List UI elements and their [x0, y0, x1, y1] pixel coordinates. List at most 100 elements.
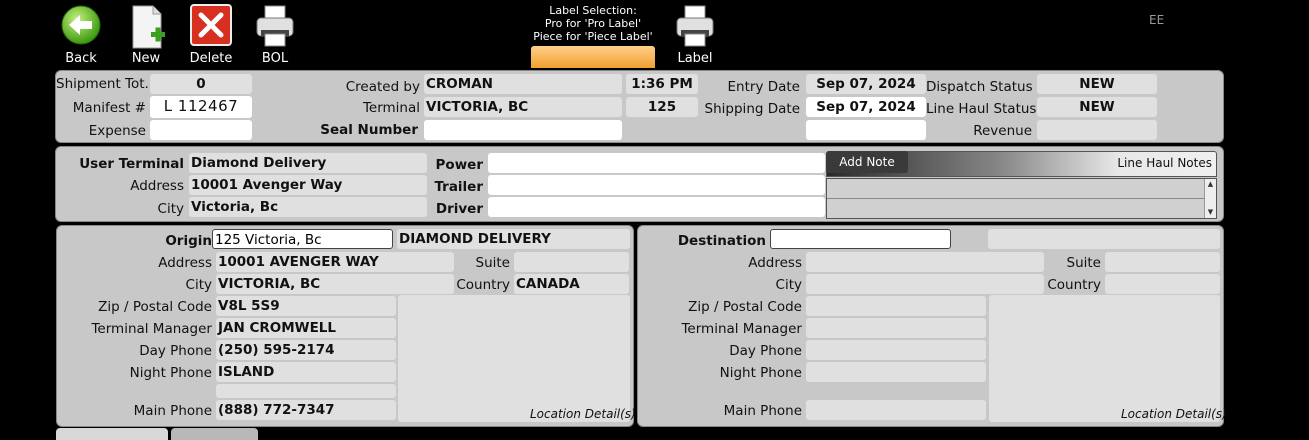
- origin-main-phone-label: Main Phone: [133, 403, 212, 419]
- destination-label: Destination: [677, 233, 766, 249]
- origin-city-field: VICTORIA, BC: [216, 274, 454, 294]
- destination-field[interactable]: [770, 229, 951, 249]
- dispatch-status-field: NEW: [1037, 74, 1157, 94]
- destination-manager-field: [806, 318, 986, 338]
- shipment-tot-label: Shipment Tot.: [56, 76, 149, 92]
- user-address-field: 10001 Avenger Way: [189, 175, 427, 195]
- manifest-number-field[interactable]: L 112467: [150, 96, 252, 118]
- seal-number-label: Seal Number: [320, 122, 418, 138]
- destination-day-phone-field: [806, 340, 986, 360]
- user-city-label: City: [157, 201, 184, 217]
- trailer-field[interactable]: [488, 175, 825, 195]
- origin-zip-label: Zip / Postal Code: [98, 299, 212, 315]
- shipping-date-label: Shipping Date: [704, 101, 800, 117]
- expense-field[interactable]: [150, 120, 252, 140]
- destination-main-phone-field: [806, 400, 986, 420]
- label-label: Label: [677, 51, 713, 66]
- origin-location-detail-label[interactable]: Location Detail(s): [530, 407, 636, 421]
- label-selection-line: Label Selection:: [549, 4, 637, 17]
- line-haul-status-label: Line Haul Status: [926, 101, 1037, 117]
- shipping-date-field[interactable]: Sep 07, 2024: [806, 97, 926, 117]
- revenue-label: Revenue: [973, 123, 1032, 139]
- destination-company-field: [988, 229, 1220, 249]
- user-initials: EE: [1149, 13, 1165, 27]
- destination-city-field: [806, 274, 1044, 294]
- seal-number-field[interactable]: [424, 120, 622, 140]
- delete-button[interactable]: Delete: [181, 2, 241, 66]
- label-button[interactable]: Label: [665, 2, 725, 66]
- terminal-label: Terminal: [362, 100, 420, 116]
- origin-address-label: Address: [158, 255, 212, 271]
- origin-city-label: City: [185, 277, 212, 293]
- entry-date-field[interactable]: Sep 07, 2024: [806, 74, 926, 94]
- origin-day-phone-field: (250) 595-2174: [216, 340, 396, 360]
- scroll-down-icon[interactable]: ▼: [1206, 208, 1215, 217]
- origin-suite-label: Suite: [475, 255, 510, 271]
- origin-night-phone-label: Night Phone: [129, 365, 212, 381]
- origin-label: Origin: [165, 233, 212, 249]
- origin-field[interactable]: 125 Victoria, Bc: [212, 229, 393, 249]
- back-button[interactable]: Back: [51, 2, 111, 66]
- origin-manager-field: JAN CROMWELL: [216, 318, 396, 338]
- new-document-icon: [132, 5, 165, 49]
- bottom-tab[interactable]: [56, 428, 168, 440]
- header-date-field[interactable]: [806, 120, 926, 140]
- destination-address-field: [806, 252, 1044, 272]
- driver-label: Driver: [435, 201, 483, 217]
- bottom-tab[interactable]: [171, 428, 258, 440]
- back-arrow-icon: [61, 5, 101, 45]
- new-button[interactable]: New: [116, 2, 176, 66]
- origin-day-phone-label: Day Phone: [139, 343, 212, 359]
- destination-city-label: City: [775, 277, 802, 293]
- notes-divider: [827, 198, 1204, 199]
- destination-night-phone-field: [806, 362, 986, 382]
- origin-country-label: Country: [456, 277, 510, 293]
- notes-scrollbar[interactable]: ▲ ▼: [1204, 179, 1216, 218]
- origin-location-detail-box[interactable]: [398, 295, 630, 422]
- destination-zip-field: [806, 296, 986, 316]
- shipment-tot-field[interactable]: 0: [150, 74, 252, 94]
- dispatch-status-label: Dispatch Status: [926, 79, 1033, 95]
- created-by-field: CROMAN: [424, 74, 622, 94]
- destination-country-label: Country: [1047, 277, 1101, 293]
- label-selection-line: Pro for 'Pro Label': [544, 17, 642, 30]
- power-field[interactable]: [488, 153, 825, 173]
- destination-location-detail-box[interactable]: [989, 295, 1220, 422]
- origin-night-phone-field: ISLAND: [216, 362, 396, 382]
- label-selection-line: Piece for 'Piece Label': [533, 30, 653, 43]
- entry-date-label: Entry Date: [727, 79, 800, 95]
- created-by-label: Created by: [345, 79, 420, 95]
- user-terminal-field: Diamond Delivery: [189, 153, 427, 173]
- origin-manager-label: Terminal Manager: [91, 321, 212, 337]
- destination-manager-label: Terminal Manager: [681, 321, 802, 337]
- label-type-selector[interactable]: [531, 46, 655, 68]
- trailer-label: Trailer: [434, 179, 483, 195]
- back-label: Back: [65, 51, 97, 66]
- destination-location-detail-label[interactable]: Location Detail(s): [1121, 407, 1227, 421]
- power-label: Power: [435, 157, 483, 173]
- destination-suite-field: [1105, 252, 1220, 272]
- scroll-up-icon[interactable]: ▲: [1206, 180, 1215, 189]
- bol-label: BOL: [261, 51, 289, 66]
- manifest-number-label: Manifest #: [72, 100, 146, 116]
- origin-company-field: DIAMOND DELIVERY: [397, 229, 630, 249]
- driver-field[interactable]: [488, 197, 825, 217]
- add-note-button[interactable]: Add Note: [826, 151, 908, 173]
- origin-suite-field: [514, 252, 629, 272]
- line-haul-notes-list[interactable]: ▲ ▼: [826, 178, 1217, 219]
- new-label: New: [131, 51, 161, 66]
- user-terminal-label: User Terminal: [79, 156, 184, 172]
- user-address-label: Address: [130, 178, 184, 194]
- label-selection-hint: Label Selection: Pro for 'Pro Label' Pie…: [527, 4, 659, 43]
- destination-day-phone-label: Day Phone: [729, 343, 802, 359]
- origin-zip-field: V8L 5S9: [216, 296, 396, 316]
- line-haul-notes-title: Line Haul Notes: [1117, 156, 1212, 170]
- destination-address-label: Address: [748, 255, 802, 271]
- bol-button[interactable]: BOL: [245, 2, 305, 66]
- created-time-field: 1:36 PM: [626, 74, 698, 94]
- destination-suite-label: Suite: [1066, 255, 1101, 271]
- origin-address-field: 10001 AVENGER WAY: [216, 252, 454, 272]
- origin-main-phone-field: (888) 772-7347: [216, 400, 396, 420]
- destination-country-field: [1105, 274, 1220, 294]
- user-city-field: Victoria, Bc: [189, 197, 427, 217]
